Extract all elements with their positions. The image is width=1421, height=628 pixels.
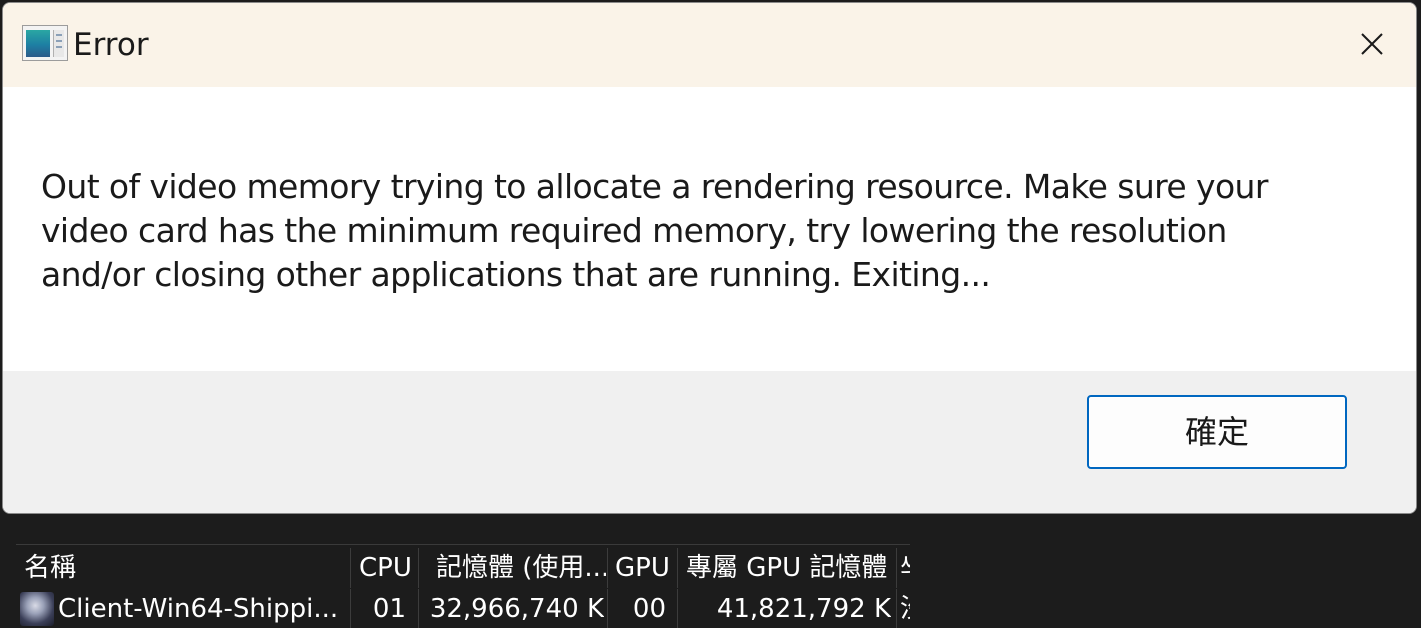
task-manager-process-list: 名稱 CPU 記憶體 (使用... GPU 專屬 GPU 記憶體 씌 Clien… — [0, 518, 1421, 628]
game-app-icon — [20, 592, 54, 626]
header-divider — [16, 544, 910, 545]
close-icon — [1361, 33, 1383, 55]
process-memory: 32,966,740 K — [429, 594, 604, 624]
column-header-gpu[interactable]: GPU — [615, 548, 675, 588]
desktop: Error Out of video memory trying to allo… — [0, 0, 1421, 628]
error-dialog: Error Out of video memory trying to allo… — [2, 2, 1417, 514]
column-header-partial[interactable]: 씌 — [900, 548, 910, 588]
process-gpu: 00 — [632, 594, 666, 624]
column-header-row: 名稱 CPU 記憶體 (使用... GPU 專屬 GPU 記憶體 씌 — [0, 548, 910, 588]
close-button[interactable] — [1324, 3, 1416, 87]
process-partial-cell: 沒 — [900, 589, 910, 628]
ok-button[interactable]: 確定 — [1087, 395, 1347, 469]
table-row[interactable]: Client-Win64-Shippi... 01 32,966,740 K 0… — [0, 589, 910, 628]
column-header-name[interactable]: 名稱 — [24, 548, 344, 588]
column-header-dedicated-gpu-memory[interactable]: 專屬 GPU 記憶體 — [686, 548, 894, 588]
column-header-memory[interactable]: 記憶體 (使用... — [436, 548, 606, 588]
process-dedicated-gpu-memory: 41,821,792 K — [716, 594, 891, 624]
dialog-footer: 確定 — [3, 371, 1416, 513]
process-cpu: 01 — [372, 594, 406, 624]
error-message: Out of video memory trying to allocate a… — [41, 167, 1268, 294]
title-bar[interactable]: Error — [3, 3, 1416, 87]
application-window-icon — [22, 25, 68, 61]
dialog-title: Error — [73, 27, 149, 63]
process-name: Client-Win64-Shippi... — [58, 594, 339, 624]
column-header-cpu[interactable]: CPU — [359, 548, 417, 588]
